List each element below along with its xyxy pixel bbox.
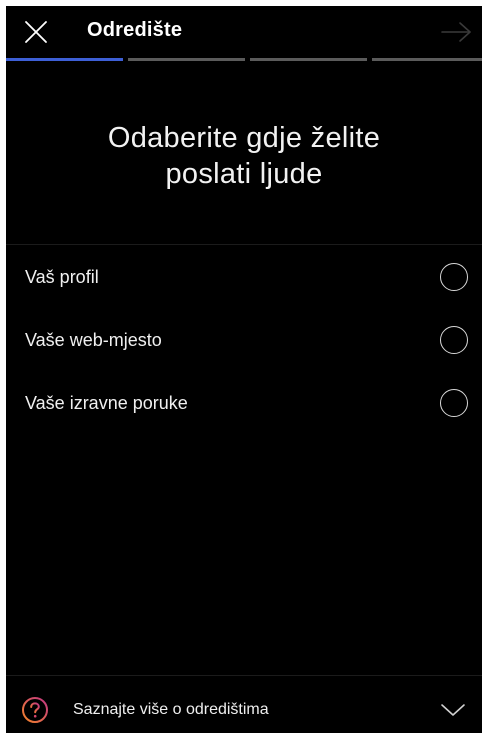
- option-website[interactable]: Vaše web-mjesto: [6, 310, 482, 373]
- chevron-down-icon[interactable]: [440, 702, 466, 718]
- progress-segment-4: [372, 58, 482, 61]
- progress-segment-2: [128, 58, 245, 61]
- arrow-right-icon[interactable]: [440, 20, 472, 44]
- radio-button[interactable]: [440, 263, 468, 291]
- headline-line-1: Odaberite gdje želite: [107, 122, 381, 154]
- page-title: Odredište: [87, 19, 183, 41]
- header: Odredište: [6, 6, 482, 56]
- headline: Odaberite gdje želite poslati ljude: [6, 120, 482, 192]
- step-progress: [6, 58, 482, 61]
- destination-screen: Odredište Odaberite gdje želite poslati …: [6, 6, 482, 733]
- learn-more-row[interactable]: Saznajte više o odredištima: [6, 676, 482, 733]
- close-icon[interactable]: [24, 20, 48, 44]
- option-label: Vaše web-mjesto: [25, 330, 162, 350]
- progress-segment-1: [6, 58, 123, 61]
- divider: [6, 244, 482, 245]
- learn-more-label: Saznajte više o odredištima: [73, 701, 269, 718]
- question-circle-icon: [22, 697, 48, 723]
- headline-line-2: poslati ljude: [165, 158, 323, 190]
- option-profile[interactable]: Vaš profil: [6, 247, 482, 310]
- destination-options: Vaš profil Vaše web-mjesto Vaše izravne …: [6, 247, 482, 436]
- progress-segment-3: [250, 58, 367, 61]
- option-label: Vaše izravne poruke: [25, 393, 188, 413]
- option-direct-messages[interactable]: Vaše izravne poruke: [6, 373, 482, 436]
- radio-button[interactable]: [440, 326, 468, 354]
- radio-button[interactable]: [440, 389, 468, 417]
- option-label: Vaš profil: [25, 267, 99, 287]
